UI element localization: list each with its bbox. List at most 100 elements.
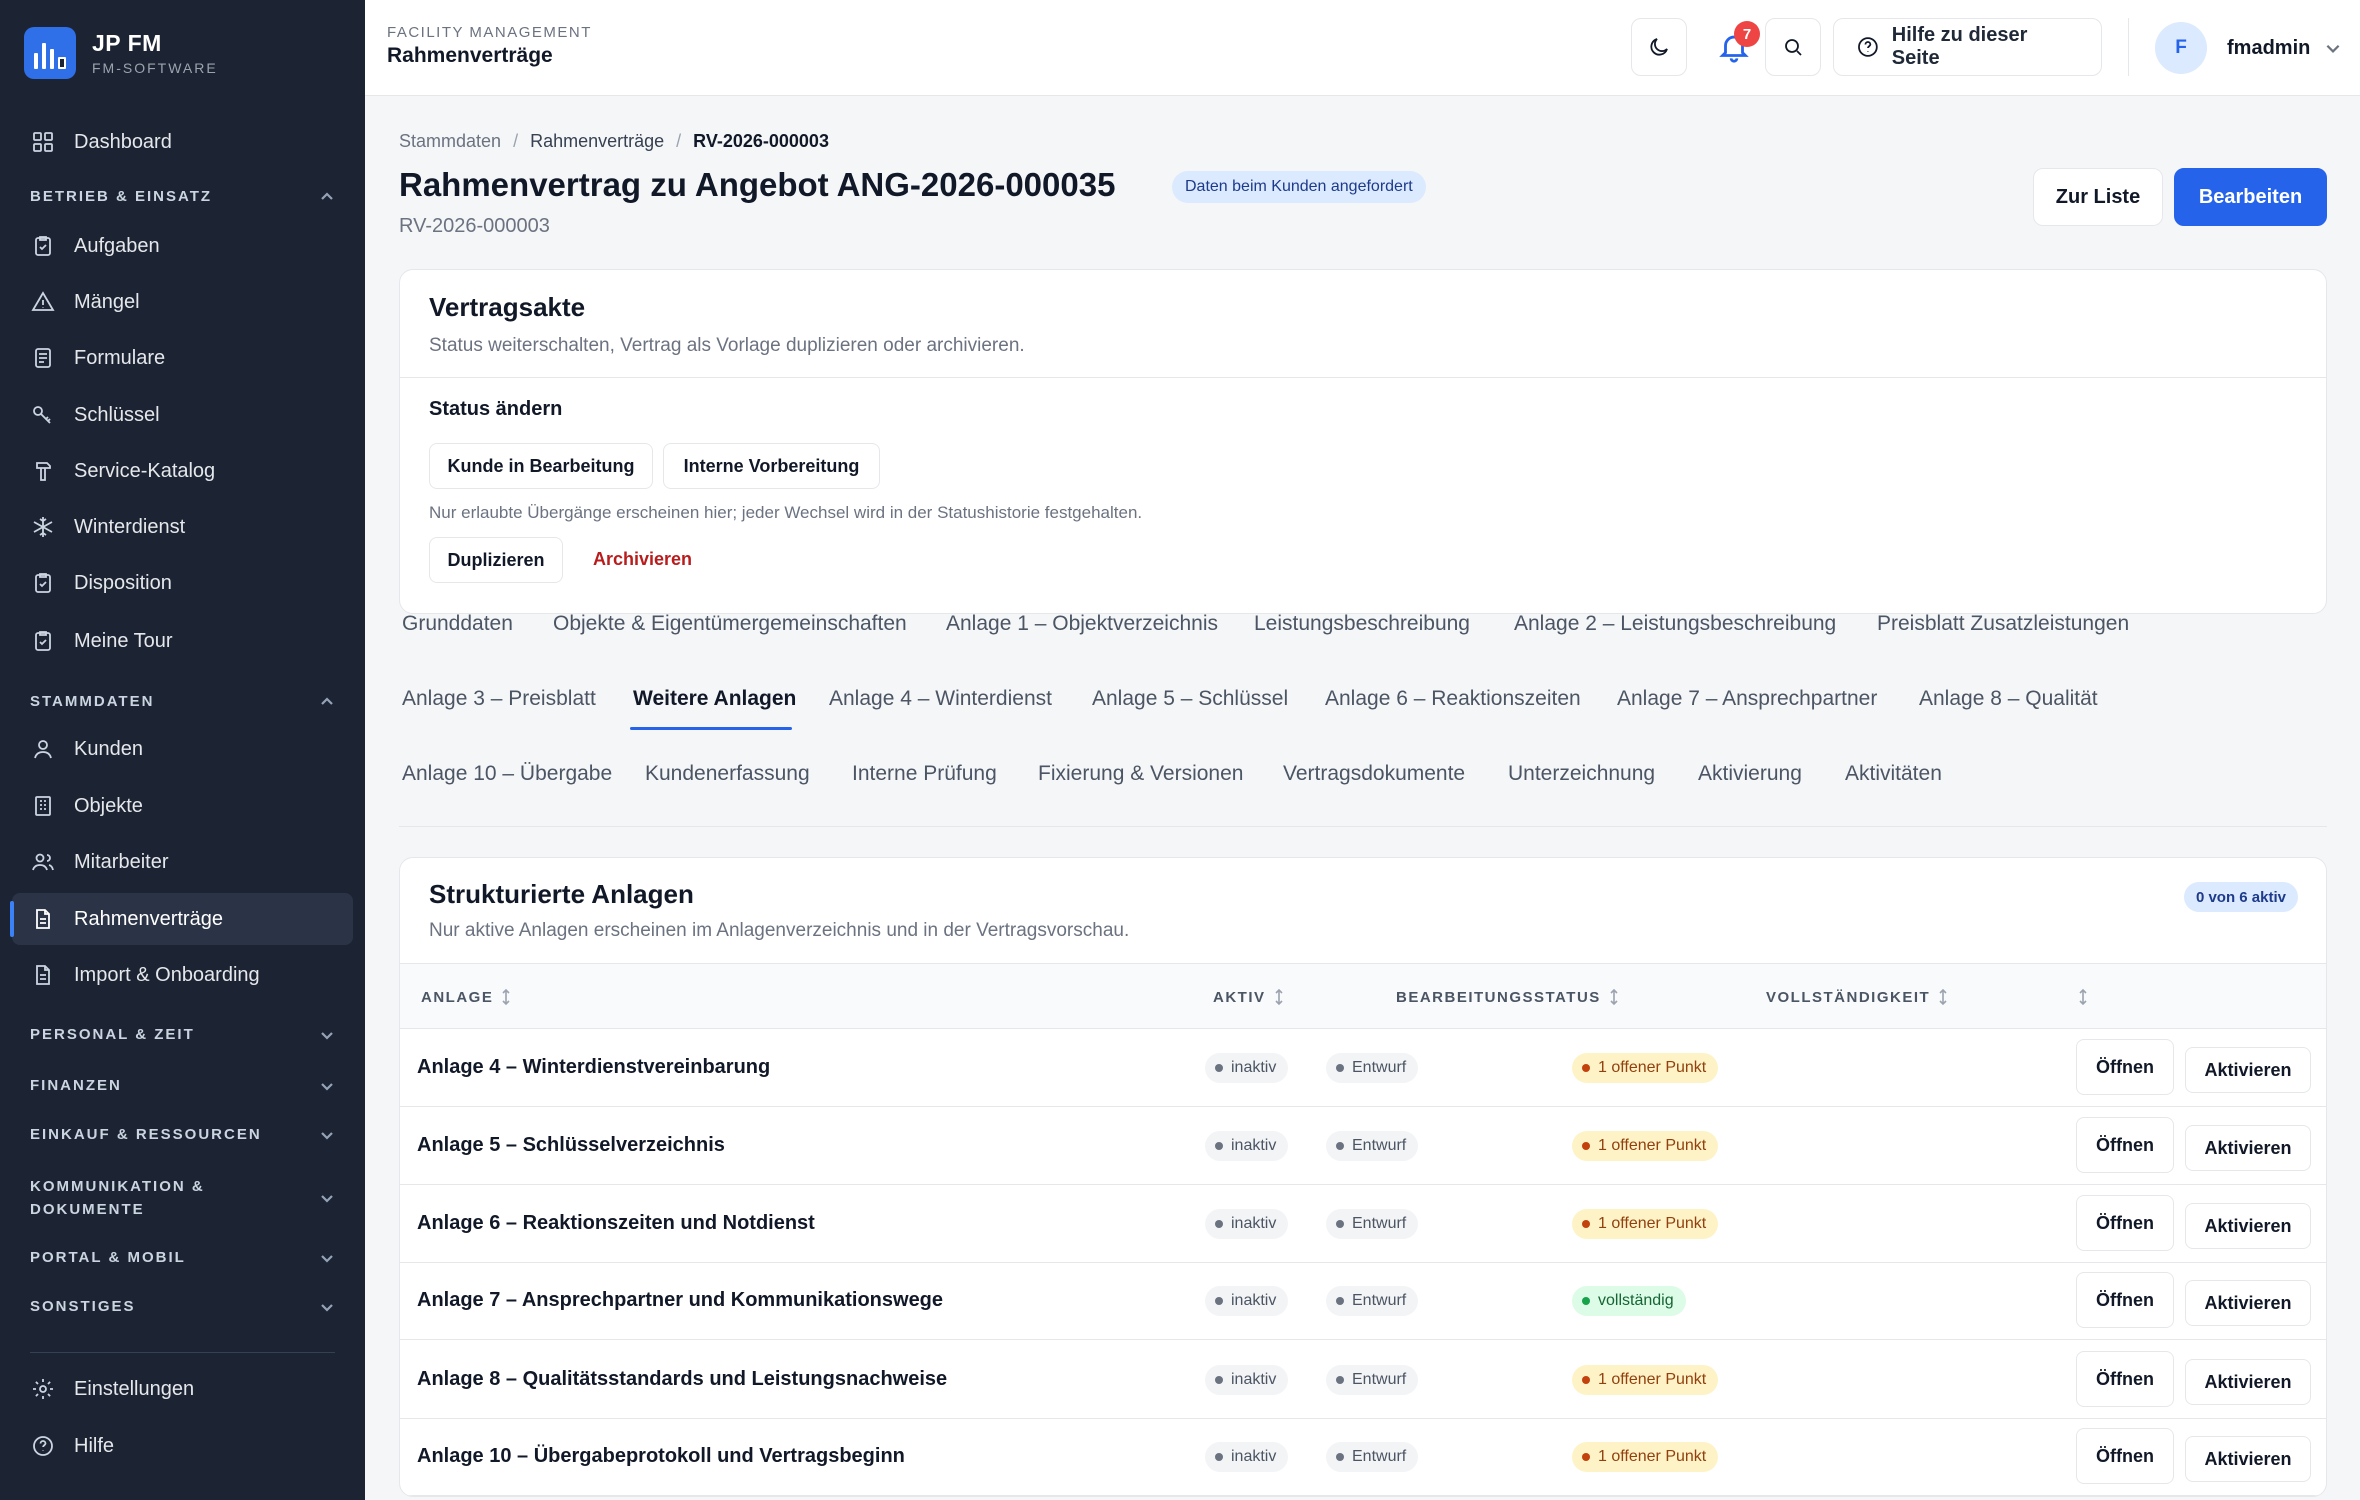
tab-anlage-5[interactable]: Anlage 5 – Schlüssel [1092, 687, 1288, 711]
bearbeitungsstatus-label: Entwurf [1352, 1137, 1407, 1154]
tab-preisblatt-zusatzleistungen[interactable]: Preisblatt Zusatzleistungen [1877, 612, 2129, 636]
tab-anlage-6[interactable]: Anlage 6 – Reaktionszeiten [1325, 687, 1581, 711]
open-button[interactable]: Öffnen [2076, 1039, 2174, 1095]
tab-unterzeichnung[interactable]: Unterzeichnung [1508, 762, 1655, 786]
activate-button[interactable]: Aktivieren [2185, 1125, 2311, 1171]
sidebar-item-einstellungen[interactable]: Einstellungen [12, 1363, 353, 1415]
tab-anlage-1[interactable]: Anlage 1 – Objektverzeichnis [946, 612, 1218, 636]
tab-fixierung-versionen[interactable]: Fixierung & Versionen [1038, 762, 1243, 786]
sidebar-section-sonstiges[interactable]: SONSTIGES [30, 1298, 335, 1315]
sidebar-divider [30, 1352, 335, 1353]
sidebar-section-finanzen[interactable]: FINANZEN [30, 1077, 335, 1094]
sidebar-item-rahmenvertraege[interactable]: Rahmenverträge [10, 893, 353, 945]
column-header-vollstaendigkeit[interactable]: VOLLSTÄNDIGKEIT [1766, 988, 1948, 1006]
activate-button[interactable]: Aktivieren [2185, 1047, 2311, 1093]
tab-anlage-10[interactable]: Anlage 10 – Übergabe [402, 762, 612, 786]
tab-grunddaten[interactable]: Grunddaten [402, 612, 513, 636]
column-header-bearbeitungsstatus[interactable]: BEARBEITUNGSSTATUS [1396, 988, 1619, 1006]
status-option-interne-vorbereitung[interactable]: Interne Vorbereitung [663, 443, 880, 489]
tab-interne-pruefung[interactable]: Interne Prüfung [852, 762, 997, 786]
tab-aktivitaeten[interactable]: Aktivitäten [1845, 762, 1942, 786]
column-label: AKTIV [1213, 988, 1266, 1006]
activate-button[interactable]: Aktivieren [2185, 1436, 2311, 1482]
archive-button[interactable]: Archivieren [593, 549, 692, 570]
sidebar-item-label: Mitarbeiter [74, 850, 169, 873]
active-tab-indicator [630, 727, 792, 730]
search-button[interactable] [1765, 18, 1821, 76]
activate-button[interactable]: Aktivieren [2185, 1280, 2311, 1326]
open-button[interactable]: Öffnen [2076, 1351, 2174, 1407]
sidebar-section-portal-mobil[interactable]: PORTAL & MOBIL [30, 1249, 335, 1266]
tab-anlage-3[interactable]: Anlage 3 – Preisblatt [402, 687, 596, 711]
open-button[interactable]: Öffnen [2076, 1428, 2174, 1484]
tab-weitere-anlagen[interactable]: Weitere Anlagen [633, 687, 796, 711]
user-menu[interactable]: F fmadmin [2155, 20, 2342, 76]
card-divider [400, 377, 2326, 378]
sidebar-section-personal-zeit[interactable]: PERSONAL & ZEIT [30, 1026, 335, 1043]
sidebar-section-einkauf[interactable]: EINKAUF & RESSOURCEN [30, 1126, 335, 1143]
tab-objekte[interactable]: Objekte & Eigentümergemeinschaften [553, 612, 907, 636]
sidebar-item-maengel[interactable]: Mängel [12, 276, 353, 328]
open-button[interactable]: Öffnen [2076, 1272, 2174, 1328]
vollstaendigkeit-label: vollständig [1598, 1292, 1674, 1309]
sort-icon [2078, 988, 2088, 1006]
aktiv-badge: inaktiv [1205, 1209, 1289, 1239]
sidebar-section-betrieb[interactable]: BETRIEB & EINSATZ [30, 188, 335, 205]
edit-button[interactable]: Bearbeiten [2174, 168, 2327, 226]
brand[interactable]: JP FM FM-SOFTWARE [0, 0, 365, 105]
sidebar-item-hilfe[interactable]: Hilfe [12, 1420, 353, 1472]
sidebar-item-kunden[interactable]: Kunden [12, 723, 353, 775]
open-button[interactable]: Öffnen [2076, 1117, 2174, 1173]
aktiv-label: inaktiv [1231, 1448, 1277, 1465]
sidebar-item-schluessel[interactable]: Schlüssel [12, 389, 353, 441]
tab-anlage-7[interactable]: Anlage 7 – Ansprechpartner [1617, 687, 1877, 711]
sidebar-item-import-onboarding[interactable]: Import & Onboarding [12, 949, 353, 1001]
sidebar-item-aufgaben[interactable]: Aufgaben [12, 220, 353, 272]
tab-anlage-4[interactable]: Anlage 4 – Winterdienst [829, 687, 1052, 711]
strukturierte-anlagen-card: Strukturierte Anlagen Nur aktive Anlagen… [399, 857, 2327, 1497]
status-dot [1215, 1297, 1223, 1305]
sidebar-item-objekte[interactable]: Objekte [12, 780, 353, 832]
dark-mode-toggle[interactable] [1631, 18, 1687, 76]
column-header-anlage[interactable]: ANLAGE [421, 988, 511, 1006]
sidebar-item-winterdienst[interactable]: Winterdienst [12, 501, 353, 553]
sidebar-item-formulare[interactable]: Formulare [12, 332, 353, 384]
topbar-divider [2128, 18, 2129, 76]
tab-leistungsbeschreibung[interactable]: Leistungsbeschreibung [1254, 612, 1470, 636]
topbar-title: Rahmenverträge [387, 44, 553, 67]
open-button[interactable]: Öffnen [2076, 1195, 2174, 1251]
sidebar-section-stammdaten[interactable]: STAMMDATEN [30, 693, 335, 710]
tab-vertragsdokumente[interactable]: Vertragsdokumente [1283, 762, 1465, 786]
duplicate-button[interactable]: Duplizieren [429, 537, 563, 583]
sidebar-item-dashboard[interactable]: Dashboard [12, 116, 353, 168]
aktiv-badge: inaktiv [1205, 1286, 1289, 1316]
activate-button[interactable]: Aktivieren [2185, 1359, 2311, 1405]
breadcrumb-stammdaten[interactable]: Stammdaten [399, 131, 501, 152]
column-header-aktiv[interactable]: AKTIV [1213, 988, 1284, 1006]
page-help-button[interactable]: Hilfe zu dieser Seite [1833, 18, 2102, 76]
sidebar-item-label: Einstellungen [74, 1377, 195, 1400]
status-dot [1582, 1376, 1590, 1384]
status-option-kunde-in-bearbeitung[interactable]: Kunde in Bearbeitung [429, 443, 653, 489]
activate-button[interactable]: Aktivieren [2185, 1203, 2311, 1249]
bearbeitungsstatus-badge: Entwurf [1326, 1365, 1419, 1395]
notifications-button[interactable]: 7 [1705, 18, 1763, 76]
table-row: Anlage 8 – Qualitätsstandards und Leistu… [400, 1341, 2326, 1419]
sidebar-item-service-katalog[interactable]: Service-Katalog [12, 445, 353, 497]
sidebar-item-mitarbeiter[interactable]: Mitarbeiter [12, 836, 353, 888]
column-header-actions[interactable] [2078, 988, 2088, 1006]
tab-anlage-8[interactable]: Anlage 8 – Qualität [1919, 687, 2098, 711]
sidebar-item-disposition[interactable]: Disposition [12, 557, 353, 609]
back-to-list-button[interactable]: Zur Liste [2033, 168, 2163, 226]
vollstaendigkeit-label: 1 offener Punkt [1598, 1059, 1707, 1076]
tab-aktivierung[interactable]: Aktivierung [1698, 762, 1802, 786]
warning-icon [30, 289, 56, 315]
status-change-heading: Status ändern [429, 398, 563, 420]
hammer-icon [30, 458, 56, 484]
tab-kundenerfassung[interactable]: Kundenerfassung [645, 762, 810, 786]
status-dot [1336, 1453, 1344, 1461]
sidebar-section-kommunikation[interactable]: KOMMUNIKATION & DOKUMENTE [30, 1175, 335, 1221]
sidebar-item-meine-tour[interactable]: Meine Tour [12, 615, 353, 667]
breadcrumb-rahmenvertraege[interactable]: Rahmenverträge [530, 131, 664, 152]
tab-anlage-2[interactable]: Anlage 2 – Leistungsbeschreibung [1514, 612, 1836, 636]
